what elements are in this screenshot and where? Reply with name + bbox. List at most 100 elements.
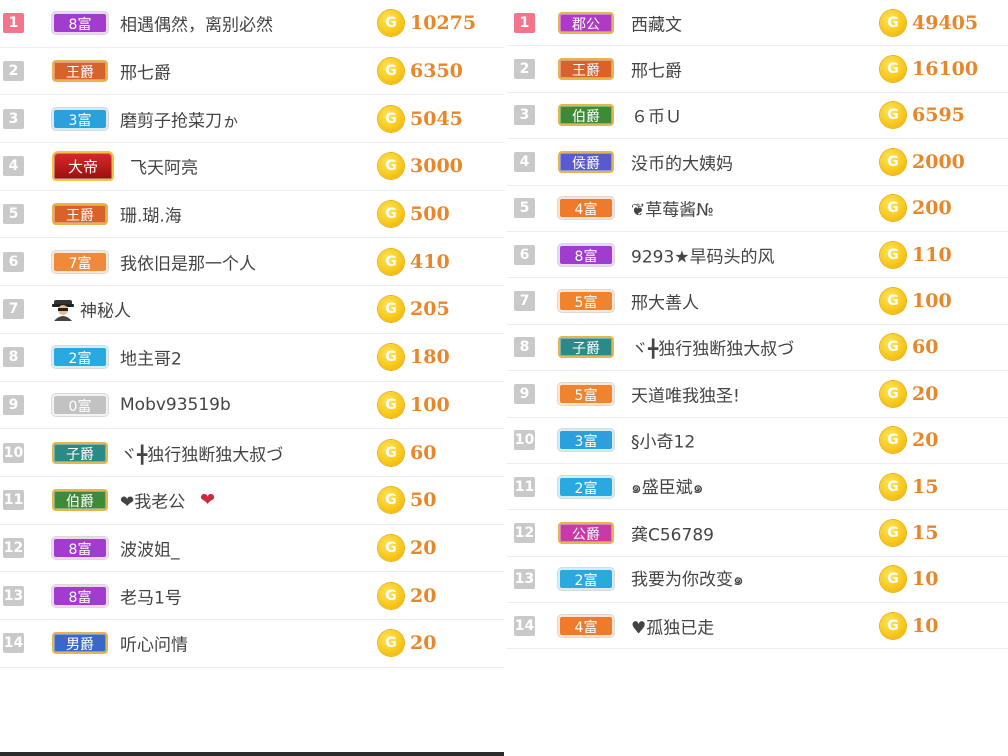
level-badge: 7富 — [52, 250, 108, 273]
user-name[interactable]: §小奇12 — [631, 428, 695, 453]
level-badge: 子爵 — [558, 336, 614, 359]
ranking-row[interactable]: 2 王爵 邢七爵 G 16100 — [507, 46, 1008, 93]
user-name[interactable]: 相遇偶然，离别必然 — [120, 11, 273, 36]
ranking-row[interactable]: 11 2富 ๑盛臣斌๑ G 15 — [507, 464, 1008, 511]
level-badge-wrap: 7富 — [52, 249, 108, 275]
rank-number: 7 — [514, 291, 535, 312]
level-badge-wrap: 2富 — [558, 566, 614, 592]
coin-icon: G — [880, 427, 906, 454]
coin-amount: 20 — [410, 632, 437, 655]
ranking-row[interactable]: 4 大帝 飞天阿亮 G 3000 — [0, 143, 504, 191]
level-badge-wrap: 5富 — [558, 381, 614, 407]
user-name[interactable]: 波波姐_ — [120, 535, 180, 560]
rank-number: 1 — [3, 13, 24, 34]
ranking-row[interactable]: 13 2富 我要为你改变๑ G 10 — [507, 557, 1008, 604]
ranking-row[interactable]: 12 8富 波波姐_ G 20 — [0, 525, 504, 573]
coin-amount: 20 — [912, 429, 939, 452]
ranking-row[interactable]: 4 侯爵 没币的大姨妈 G 2000 — [507, 139, 1008, 186]
ranking-row[interactable]: 11 伯爵 ❤我老公 ❤ G 50 — [0, 477, 504, 525]
level-badge-wrap: 王爵 — [52, 58, 108, 84]
level-badge: 4富 — [558, 197, 614, 220]
ranking-row[interactable]: 8 2富 地主哥2 G 180 — [0, 334, 504, 382]
coin-amount: 6595 — [912, 104, 965, 127]
rank-number: 4 — [3, 156, 24, 177]
coin-icon: G — [378, 487, 404, 514]
user-name[interactable]: 地主哥2 — [120, 345, 182, 370]
coin-icon: G — [378, 344, 404, 371]
user-name[interactable]: 神秘人 — [80, 297, 131, 322]
coin-amount: 16100 — [912, 58, 979, 81]
coin-amount: 10 — [912, 614, 939, 637]
ranking-row[interactable]: 14 男爵 听心问情 G 20 — [0, 620, 504, 668]
ranking-row[interactable]: 5 王爵 珊.瑚.海 G 500 — [0, 191, 504, 239]
user-name[interactable]: 9293★旱码头的风 — [631, 242, 775, 267]
ranking-row[interactable]: 5 4富 ❦草莓酱№ G 200 — [507, 186, 1008, 232]
ranking-row[interactable]: 7 5富 邢大善人 G 100 — [507, 278, 1008, 325]
ranking-row[interactable]: 1 郡公 西藏文 G 49405 — [507, 0, 1008, 47]
coin-amount: 10275 — [410, 12, 477, 35]
coin-icon: G — [378, 534, 404, 561]
coin-amount: 60 — [912, 336, 939, 359]
level-badge: 0富 — [52, 393, 108, 416]
coin-icon: G — [880, 56, 906, 83]
ranking-row[interactable]: 9 5富 天道唯我独圣! G 20 — [507, 371, 1008, 418]
ranking-row[interactable]: 8 子爵 ヾ╋独行独断独大叔づ G 60 — [507, 325, 1008, 372]
ranking-row[interactable]: 7 神秘人 G 205 — [0, 286, 504, 334]
coin-icon: G — [880, 288, 906, 315]
coin-icon: G — [378, 296, 404, 323]
coin-amount: 110 — [912, 243, 952, 266]
user-name[interactable]: ❦草莓酱№ — [631, 196, 714, 221]
ranking-row[interactable]: 3 伯爵 ６币Ｕ G 6595 — [507, 93, 1008, 140]
coin-icon: G — [880, 241, 906, 268]
ranking-row[interactable]: 9 0富 Mobv93519b G 100 — [0, 382, 504, 430]
level-badge: 2富 — [52, 346, 108, 369]
ranking-row[interactable]: 13 8富 老马1号 G 20 — [0, 572, 504, 620]
level-badge-wrap: 8富 — [52, 10, 108, 36]
user-name[interactable]: 邢七爵 — [631, 57, 682, 82]
user-name[interactable]: 听心问情 — [120, 631, 188, 656]
user-name[interactable]: 邢七爵 — [120, 59, 171, 84]
level-badge: 2富 — [558, 568, 614, 591]
rank-number: 4 — [514, 151, 535, 172]
user-name[interactable]: 天道唯我独圣! — [631, 381, 740, 406]
coin-amount: 100 — [912, 290, 952, 313]
user-name[interactable]: 西藏文 — [631, 10, 682, 35]
user-name[interactable]: 我要为你改变๑ — [631, 565, 744, 593]
ranking-row[interactable]: 3 3富 磨剪子抢菜刀ゕ G 5045 — [0, 95, 504, 144]
user-name[interactable]: 飞天阿亮 — [130, 154, 198, 179]
ranking-row[interactable]: 1 8富 相遇偶然，离别必然 G 10275 — [0, 0, 504, 48]
coin-icon: G — [880, 473, 906, 500]
user-name[interactable]: 邢大善人 — [631, 289, 699, 314]
user-name[interactable]: 老马1号 — [120, 583, 182, 608]
user-name[interactable]: ♥孤独已走 — [631, 613, 714, 638]
level-badge-wrap: 0富 — [52, 392, 108, 418]
heart-icon: ❤ — [200, 489, 216, 511]
user-name[interactable]: ヾ╋独行独断独大叔づ — [631, 335, 794, 360]
level-badge: 4富 — [558, 614, 614, 637]
rank-number: 5 — [514, 198, 535, 219]
ranking-row[interactable]: 10 3富 §小奇12 G 20 — [507, 418, 1008, 464]
ranking-row[interactable]: 2 王爵 邢七爵 G 6350 — [0, 48, 504, 96]
user-name[interactable]: 龚C56789 — [631, 520, 714, 545]
coin-amount: 200 — [912, 197, 952, 220]
user-name[interactable]: 珊.瑚.海 — [120, 202, 182, 227]
rank-number: 2 — [514, 59, 535, 80]
user-name[interactable]: 我依旧是那一个人 — [120, 249, 256, 274]
level-badge-wrap: 子爵 — [558, 334, 614, 360]
user-name[interactable]: 没币的大姨妈 — [631, 149, 733, 174]
coin-amount: 20 — [912, 382, 939, 405]
rank-number: 10 — [3, 442, 24, 463]
user-name[interactable]: 磨剪子抢菜刀ゕ — [120, 106, 239, 131]
user-name[interactable]: Mobv93519b — [120, 395, 231, 415]
level-badge-wrap: 2富 — [52, 344, 108, 370]
ranking-row[interactable]: 6 7富 我依旧是那一个人 G 410 — [0, 238, 504, 287]
user-name[interactable]: ６币Ｕ — [631, 103, 682, 128]
ranking-row[interactable]: 6 8富 9293★旱码头的风 G 110 — [507, 232, 1008, 279]
user-name[interactable]: ๑盛臣斌๑ — [631, 473, 704, 501]
level-badge: 5富 — [558, 290, 614, 313]
user-name[interactable]: ❤我老公 — [120, 488, 185, 513]
ranking-row[interactable]: 10 子爵 ヾ╋独行独断独大叔づ G 60 — [0, 429, 504, 477]
ranking-row[interactable]: 12 公爵 龚C56789 G 15 — [507, 510, 1008, 557]
ranking-row[interactable]: 14 4富 ♥孤独已走 G 10 — [507, 603, 1008, 650]
user-name[interactable]: ヾ╋独行独断独大叔づ — [120, 440, 283, 465]
